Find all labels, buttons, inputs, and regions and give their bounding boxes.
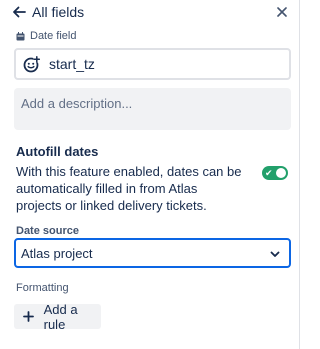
formatting-label: Formatting <box>16 282 69 294</box>
description-input[interactable]: Add a description... <box>14 88 291 130</box>
date-source-label: Date source <box>16 225 79 237</box>
arrow-left-icon <box>13 6 26 18</box>
check-icon: ✔ <box>265 168 273 178</box>
add-rule-label: Add a rule <box>43 301 78 332</box>
field-settings-panel: All fields Date field start_tz Add a des… <box>0 0 300 349</box>
emoji-icon <box>23 55 40 72</box>
add-rule-button[interactable]: Add a rule <box>14 301 101 332</box>
autofill-heading: Autofill dates <box>16 144 99 159</box>
field-name-value: start_tz <box>49 56 95 72</box>
close-icon <box>277 7 287 17</box>
back-button[interactable] <box>10 3 28 21</box>
panel-title: All fields <box>32 4 85 20</box>
field-name-input[interactable]: start_tz <box>14 48 291 80</box>
panel-header: All fields <box>0 0 300 24</box>
plus-icon <box>23 311 35 323</box>
toggle-knob <box>276 168 286 178</box>
emoji-picker-button[interactable] <box>22 55 40 73</box>
calendar-icon <box>16 31 25 40</box>
autofill-toggle[interactable]: ✔ <box>262 166 288 180</box>
date-source-value: Atlas project <box>21 245 93 261</box>
autofill-description: With this feature enabled, dates can be … <box>16 164 242 213</box>
close-button[interactable] <box>274 4 290 20</box>
chevron-down-icon <box>269 248 281 260</box>
field-type-indicator: Date field <box>16 30 76 42</box>
field-type-label: Date field <box>30 30 77 42</box>
date-source-select[interactable]: Atlas project <box>14 238 291 268</box>
